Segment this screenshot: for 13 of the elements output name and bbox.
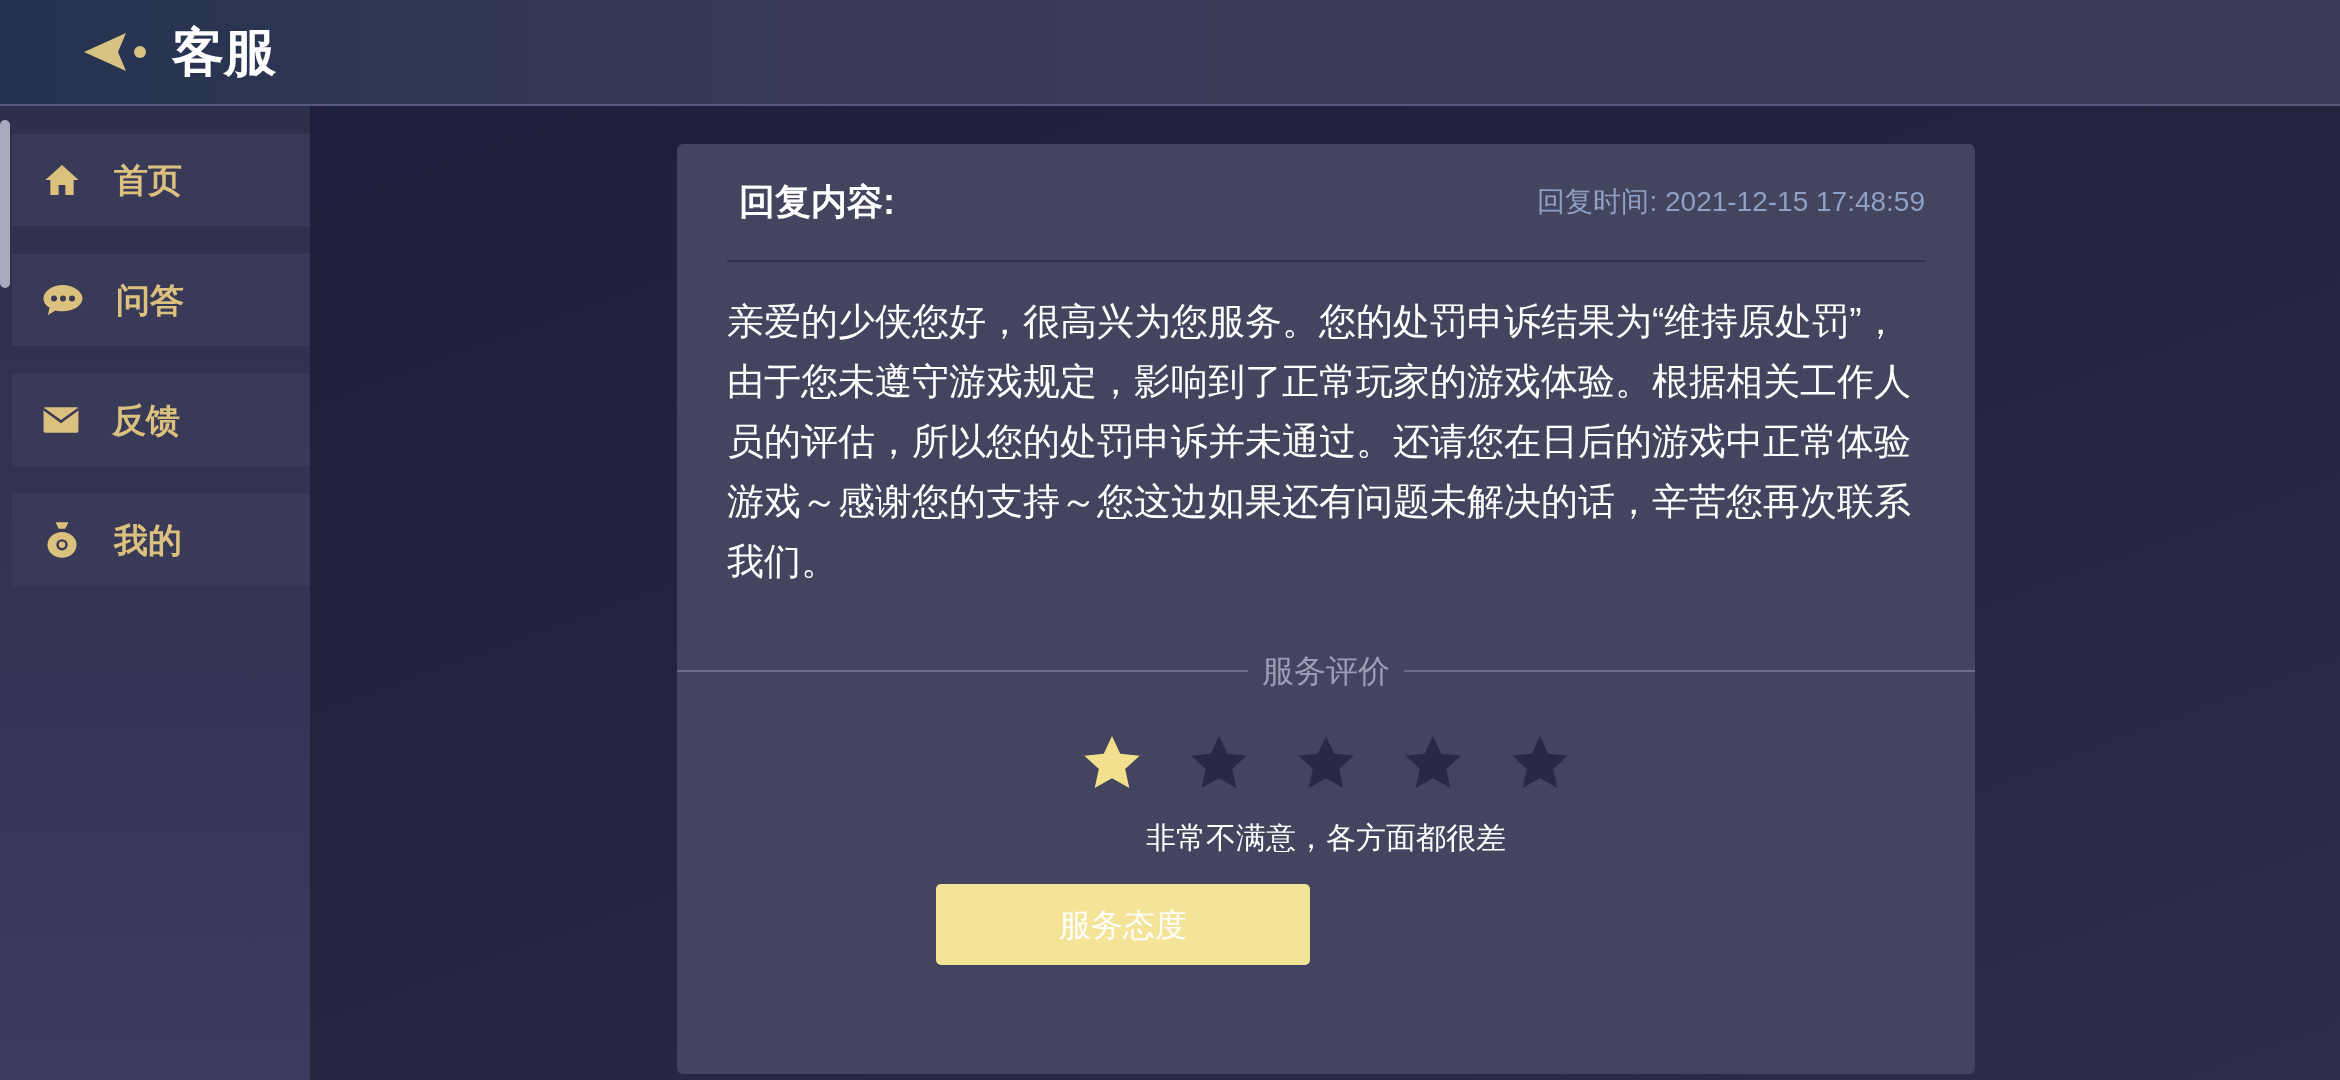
rating-verdict: 非常不满意，各方面都很差 <box>1146 820 1506 856</box>
page-title: 客服 <box>172 22 276 83</box>
sidebar-item[interactable]: 问答 <box>12 254 310 346</box>
reply-message: 亲爱的少侠您好，很高兴为您服务。您的处罚申诉结果为“维持原处罚”，由于您未遵守游戏规定，影响到了正常玩家的游戏体验。根据相关工作人员的评估，所以您的处罚申诉并未通过。还请您在日后的游戏中正常体验游戏～感谢您的支持～您这边如果还有问题未解决的话，辛苦您再次联系我们。 <box>727 300 1912 584</box>
reply-title: 回复内容: <box>739 180 895 224</box>
chat-bubble-icon <box>42 282 84 318</box>
reply-time: 回复时间: 2021-12-15 17:48:59 <box>1537 185 1925 219</box>
sidebar-item[interactable]: 我的 <box>12 494 310 586</box>
scrollbar[interactable] <box>0 120 10 288</box>
sidebar-item[interactable]: 首页 <box>12 134 310 226</box>
mail-icon <box>42 404 80 436</box>
rating-heading: 服务评价 <box>1261 652 1391 691</box>
sidebar-item[interactable]: 反馈 <box>12 374 310 466</box>
